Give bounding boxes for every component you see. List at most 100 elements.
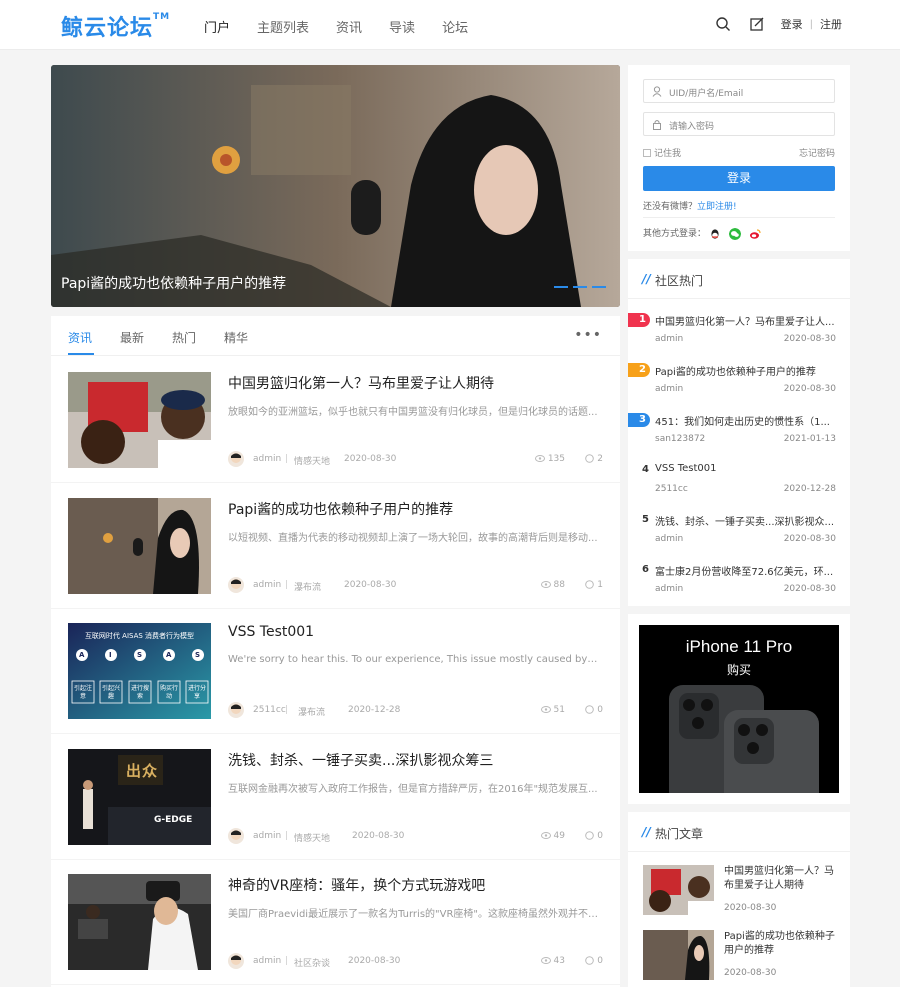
hot-topic-title[interactable]: Papi酱的成功也依赖种子用户的推荐: [655, 363, 837, 378]
hot-topic-title[interactable]: 洗钱、封杀、一锤子买卖...深扒影视众...: [655, 513, 837, 528]
register-now-link[interactable]: 立即注册!: [697, 202, 737, 212]
comment-count-value: 0: [597, 831, 603, 841]
tab-latest[interactable]: 最新: [120, 329, 144, 346]
nav-portal[interactable]: 门户: [204, 17, 230, 36]
hot-article-item[interactable]: Papi酱的成功也依赖种子用户的推荐 2020-08-30: [643, 930, 843, 987]
hot-article-item[interactable]: 中国男篮归化第一人？马布里爱子让人期待 2020-08-30: [643, 865, 843, 925]
article-thumbnail[interactable]: 互联网时代 AISAS 消费者行为模型 A I S A S 引起注意 引起兴趣 …: [68, 623, 211, 719]
article-title[interactable]: 洗钱、封杀、一锤子买卖...深扒影视众筹三: [228, 750, 493, 770]
article-category[interactable]: 瀑布流: [294, 580, 321, 593]
article-item[interactable]: 互联网时代 AISAS 消费者行为模型 A I S A S 引起注意 引起兴趣 …: [51, 608, 620, 734]
article-date: 2020-08-30: [344, 454, 397, 464]
article-item[interactable]: 出众 G-EDGE 洗钱、封杀、一锤子买卖...深扒影视众筹三 互联网金融再次被…: [51, 734, 620, 860]
avatar[interactable]: [228, 451, 244, 467]
hot-topic-title[interactable]: 富士康2月份营收降至72.6亿美元，环...: [655, 563, 837, 578]
register-link[interactable]: 注册: [820, 16, 842, 32]
avatar[interactable]: [228, 702, 244, 718]
checkbox-box[interactable]: [643, 149, 651, 157]
article-thumbnail[interactable]: [68, 498, 211, 594]
hot-article-title[interactable]: Papi酱的成功也依赖种子用户的推荐: [724, 930, 839, 958]
view-count: 135: [534, 454, 565, 464]
hot-topic-title[interactable]: VSS Test001: [655, 463, 837, 474]
no-account-text: 还没有微博？: [643, 202, 698, 212]
hot-topic-item[interactable]: 1 中国男篮归化第一人？马布里爱子让人... admin 2020-08-30: [628, 310, 850, 360]
slider-dot[interactable]: [573, 286, 587, 288]
iphone-ad-banner[interactable]: iPhone 11 Pro 购买: [639, 625, 839, 793]
hot-article-date: 2020-08-30: [724, 968, 777, 978]
article-category[interactable]: 情感天地: [294, 831, 330, 844]
article-title[interactable]: 中国男篮归化第一人？马布里爱子让人期待: [228, 373, 494, 393]
avatar[interactable]: [228, 953, 244, 969]
hot-topic-item[interactable]: 5 洗钱、封杀、一锤子买卖...深扒影视众... admin 2020-08-3…: [628, 510, 850, 560]
hot-topic-item[interactable]: 4 VSS Test001 2511cc 2020-12-28: [628, 460, 850, 510]
hot-topic-title[interactable]: 中国男篮归化第一人？马布里爱子让人...: [655, 313, 837, 328]
login-button[interactable]: 登录: [643, 166, 835, 191]
hot-article-thumbnail[interactable]: [643, 865, 714, 915]
tab-news[interactable]: 资讯: [68, 329, 92, 346]
article-author[interactable]: admin: [253, 956, 281, 966]
nav-news[interactable]: 资讯: [336, 17, 362, 36]
article-author[interactable]: 2511cc: [253, 705, 286, 715]
avatar[interactable]: [228, 577, 244, 593]
view-count-value: 43: [553, 956, 565, 966]
hot-article-thumbnail[interactable]: [643, 930, 714, 980]
article-item[interactable]: 神奇的VR座椅：骚年，换个方式玩游戏吧 美国厂商Praevidi最近展示了一款名…: [51, 859, 620, 985]
hot-topic-author[interactable]: admin: [655, 534, 683, 544]
article-category[interactable]: 情感天地: [294, 454, 330, 467]
weibo-icon[interactable]: [749, 228, 761, 240]
more-options-icon[interactable]: •••: [574, 327, 602, 343]
wechat-icon[interactable]: [728, 227, 741, 240]
hot-topic-author[interactable]: admin: [655, 334, 683, 344]
top-header: 鲸云论坛TM 门户 主题列表 资讯 导读 论坛 登录 | 注册: [0, 0, 900, 50]
article-title[interactable]: Papi酱的成功也依赖种子用户的推荐: [228, 499, 453, 519]
username-field[interactable]: UID/用户名/Email: [643, 79, 835, 103]
slider-dot[interactable]: [554, 286, 568, 288]
article-thumbnail[interactable]: [68, 874, 211, 970]
search-icon[interactable]: [715, 16, 731, 32]
slider-caption[interactable]: Papi酱的成功也依赖种子用户的推荐: [61, 273, 286, 293]
article-title[interactable]: VSS Test001: [228, 624, 314, 640]
login-link[interactable]: 登录: [781, 16, 803, 32]
social-login: 其他方式登录：: [643, 226, 761, 240]
article-item[interactable]: Papi酱的成功也依赖种子用户的推荐 以短视频、直播为代表的移动视频却上演了一场…: [51, 483, 620, 609]
article-thumbnail[interactable]: [68, 372, 211, 468]
qq-icon[interactable]: [709, 228, 721, 240]
article-author[interactable]: admin: [253, 831, 281, 841]
hot-article-title[interactable]: 中国男篮归化第一人？马布里爱子让人期待: [724, 865, 839, 893]
aisas-letter: S: [195, 651, 201, 659]
hero-slider[interactable]: Papi酱的成功也依赖种子用户的推荐: [51, 65, 620, 307]
avatar[interactable]: [228, 828, 244, 844]
article-author[interactable]: admin: [253, 580, 281, 590]
hot-topic-item[interactable]: 6 富士康2月份营收降至72.6亿美元，环... admin 2020-08-3…: [628, 560, 850, 610]
hot-topic-author[interactable]: admin: [655, 584, 683, 594]
tab-featured[interactable]: 精华: [224, 329, 248, 346]
hot-topic-item[interactable]: 2 Papi酱的成功也依赖种子用户的推荐 admin 2020-08-30: [628, 360, 850, 410]
nav-topics[interactable]: 主题列表: [257, 17, 309, 36]
hot-topic-author[interactable]: 2511cc: [655, 484, 688, 494]
article-category[interactable]: 社区杂谈: [294, 956, 330, 969]
article-thumbnail[interactable]: 出众 G-EDGE: [68, 749, 211, 845]
forgot-password-link[interactable]: 忘记密码: [799, 146, 835, 159]
post-edit-icon[interactable]: [749, 16, 765, 32]
aisas-action: 引起兴趣: [102, 685, 121, 700]
hot-topic-author[interactable]: admin: [655, 384, 683, 394]
nav-forum[interactable]: 论坛: [442, 17, 468, 36]
rank-badge: 4: [642, 464, 649, 475]
eye-icon: [540, 706, 551, 713]
article-item[interactable]: 中国男篮归化第一人？马布里爱子让人期待 放眼如今的亚洲篮坛，似乎也就只有中国男篮…: [51, 357, 620, 483]
article-list-card: 资讯 最新 热门 精华 ••• 中国男篮归化第一人？马布里爱子让人期待 放眼如今…: [51, 316, 620, 987]
slider-dot[interactable]: [592, 286, 606, 288]
hot-topic-title[interactable]: 451：我们如何走出历史的惯性系（1...: [655, 413, 837, 428]
article-category[interactable]: 瀑布流: [298, 705, 325, 718]
ad-buy-button[interactable]: 购买: [639, 661, 839, 678]
article-author[interactable]: admin: [253, 454, 281, 464]
tab-hot[interactable]: 热门: [172, 329, 196, 346]
article-title[interactable]: 神奇的VR座椅：骚年，换个方式玩游戏吧: [228, 875, 485, 895]
hot-topic-author[interactable]: san123872: [655, 434, 705, 444]
remember-me-checkbox[interactable]: 记住我: [643, 146, 681, 159]
password-field[interactable]: 请输入密码: [643, 112, 835, 136]
site-logo[interactable]: 鲸云论坛TM: [61, 10, 170, 42]
hot-topic-item[interactable]: 3 451：我们如何走出历史的惯性系（1... san123872 2021-0…: [628, 410, 850, 460]
password-placeholder: 请输入密码: [669, 122, 715, 132]
nav-guide[interactable]: 导读: [389, 17, 415, 36]
